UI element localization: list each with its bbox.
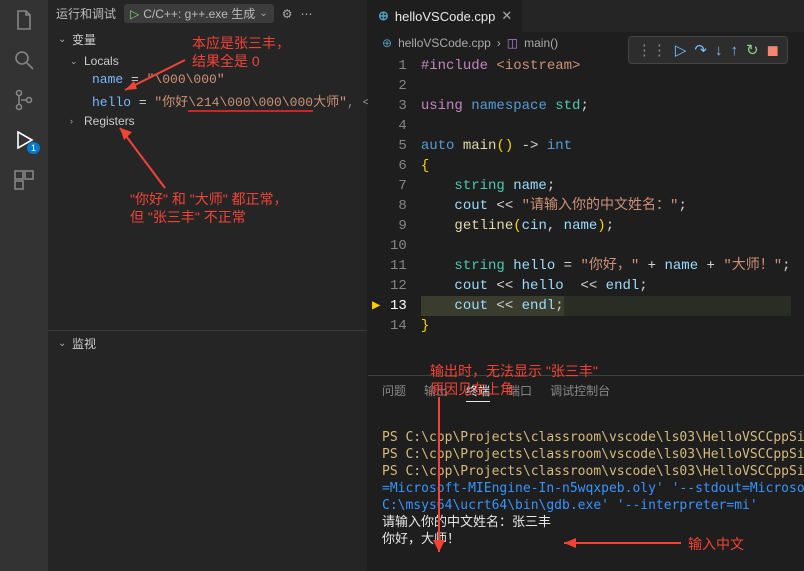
current-line-icon: ▶ [372,298,380,314]
debug-toolbar: ⋮⋮ ▷ ↷ ↓ ↑ ↻ ◼ [628,36,788,64]
editor-tabs: ⊕ helloVSCode.cpp ✕ [368,0,804,32]
bottom-panel: 问题 输出 终端 端口 调试控制台 PS C:\cpp\Projects\cla… [368,375,804,571]
variables-section-header[interactable]: ⌄ 变量 [48,27,367,52]
scope-registers-label: Registers [84,114,135,128]
source-control-icon[interactable] [12,88,36,112]
search-icon[interactable] [12,48,36,72]
watch-section-header[interactable]: ⌄ 监视 [48,330,367,356]
continue-icon[interactable]: ▷ [675,41,687,59]
debug-config-dropdown[interactable]: ▷ C/C++: g++.exe 生成 ⌄ [124,4,274,23]
cpp-file-icon: ⊕ [382,36,392,50]
more-icon[interactable]: ⋯ [300,7,312,21]
drag-handle-icon[interactable]: ⋮⋮ [637,41,667,59]
sidebar-title: 运行和调试 [56,5,116,22]
chevron-down-icon: ⌄ [58,338,68,349]
chevron-down-icon: ⌄ [58,34,68,45]
var-name[interactable]: name = "\000\000" [48,70,367,89]
scope-registers[interactable]: › Registers [70,112,367,130]
stop-icon[interactable]: ◼ [767,41,779,59]
run-debug-icon[interactable]: 1 [12,128,36,152]
step-over-icon[interactable]: ↷ [694,41,707,59]
restart-icon[interactable]: ↻ [746,41,759,59]
var-hello[interactable]: hello = "你好\214\000\000\000大师", <i… [48,89,367,112]
tab-output[interactable]: 输出 [424,382,448,402]
code-editor[interactable]: ▶ 1 2 3 4 5 6 7 8 9 10 11 12 13 14 #incl… [368,54,804,336]
tab-filename: helloVSCode.cpp [395,9,495,24]
scope-locals[interactable]: ⌄ Locals [70,52,367,70]
debug-config-label: C/C++: g++.exe 生成 [143,5,255,22]
chevron-down-icon: ⌄ [259,8,267,19]
tab-ports[interactable]: 端口 [508,382,532,402]
code-body[interactable]: #include <iostream> using namespace std;… [421,56,791,336]
scope-locals-label: Locals [84,54,119,68]
breakpoint-gutter[interactable]: ▶ [368,56,386,336]
extensions-icon[interactable] [12,168,36,192]
chevron-down-icon: ⌄ [70,56,80,67]
terminal[interactable]: PS C:\cpp\Projects\classroom\vscode\ls03… [368,406,804,571]
activity-bar: 1 [0,0,48,571]
variables-label: 变量 [72,31,96,48]
step-into-icon[interactable]: ↓ [715,42,723,59]
chevron-right-icon: › [70,116,80,126]
tab-hellovscode[interactable]: ⊕ helloVSCode.cpp ✕ [368,0,523,32]
chevron-right-icon: › [497,36,501,50]
close-icon[interactable]: ✕ [501,8,512,24]
debug-badge: 1 [27,142,40,154]
tab-debug-console[interactable]: 调试控制台 [550,382,610,402]
tab-terminal[interactable]: 终端 [466,382,490,402]
editor-area: ⊕ helloVSCode.cpp ✕ ⊕ helloVSCode.cpp › … [368,0,804,571]
breadcrumb-file: helloVSCode.cpp [398,36,491,50]
symbol-icon: ◫ [507,36,518,50]
debug-header: 运行和调试 ▷ C/C++: g++.exe 生成 ⌄ ⚙ ⋯ [48,0,367,27]
breadcrumb-symbol: main() [524,36,558,50]
explorer-icon[interactable] [12,8,36,32]
cpp-file-icon: ⊕ [378,8,389,24]
panel-tabs: 问题 输出 终端 端口 调试控制台 [368,376,804,406]
tab-problems[interactable]: 问题 [382,382,406,402]
debug-sidebar: 运行和调试 ▷ C/C++: g++.exe 生成 ⌄ ⚙ ⋯ ⌄ 变量 ⌄ L… [48,0,368,571]
step-out-icon[interactable]: ↑ [730,42,738,59]
line-numbers: 1 2 3 4 5 6 7 8 9 10 11 12 13 14 [386,56,421,336]
gear-icon[interactable]: ⚙ [282,7,293,21]
play-icon: ▷ [130,7,139,21]
watch-label: 监视 [72,335,96,352]
